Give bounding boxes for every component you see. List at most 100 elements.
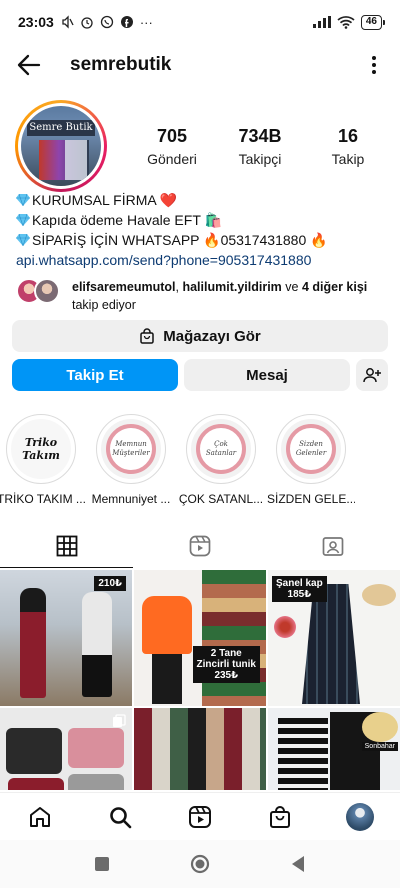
nav-search[interactable]	[104, 801, 136, 833]
profile-avatar[interactable]: Semre Butik	[15, 100, 107, 192]
nav-reels[interactable]	[184, 801, 216, 833]
view-store-label: Mağazayı Gör	[163, 327, 261, 345]
mutual-user-2: halilumit.yildirim	[182, 280, 282, 294]
highlight-label: ÇOK SATANL...	[178, 492, 264, 506]
message-button[interactable]: Mesaj	[184, 359, 350, 391]
tagged-person-icon	[322, 537, 344, 556]
bio-line-2: Kapıda ödeme Havale EFT 🛍️	[32, 212, 222, 228]
highlight-cover-text: Memnun Müşteriler	[106, 424, 156, 474]
post-thumbnail[interactable]: Sonbahar	[268, 708, 400, 790]
highlight-item[interactable]: Sizden Gelenler SİZDEN GELE...	[267, 414, 355, 514]
bio-line: KURUMSAL FİRMA ❤️	[16, 190, 388, 210]
price-tag-line: 235₺	[214, 670, 239, 681]
post-thumbnail[interactable]: 210₺	[0, 570, 132, 706]
store-sign: Semre Butik	[27, 120, 95, 136]
stat-followers-count: 734B	[238, 126, 282, 146]
shopping-bag-icon	[140, 328, 154, 344]
highlight-cover-text: Çok Satanlar	[196, 424, 246, 474]
price-tag-line: Şanel kap	[276, 578, 323, 589]
tab-reels[interactable]	[133, 524, 266, 568]
post-tag: Sonbahar	[361, 742, 398, 751]
bio-line-1: KURUMSAL FİRMA ❤️	[32, 192, 178, 208]
price-tag: 210₺	[94, 576, 126, 591]
stat-posts-count: 705	[156, 126, 188, 146]
tab-tagged[interactable]	[267, 524, 400, 568]
highlight-item[interactable]: Memnun Müşteriler Memnuniyet ...	[92, 414, 170, 514]
status-right: 46	[312, 14, 386, 30]
add-person-icon	[363, 368, 381, 383]
followed-end: takip ediyor	[72, 298, 136, 312]
store-front-image: Semre Butik	[21, 106, 101, 186]
stat-followers-label: Takipçi	[238, 151, 282, 167]
whatsapp-icon	[100, 15, 113, 29]
home-circle-icon[interactable]	[190, 854, 210, 874]
price-tag: Şanel kap 185₺	[272, 576, 327, 602]
carousel-icon	[113, 714, 126, 727]
back-arrow-icon[interactable]	[16, 52, 42, 78]
price-tag-line: Zincirli tunik	[196, 659, 256, 670]
mute-icon	[62, 15, 74, 29]
highlight-label: Memnuniyet ...	[91, 492, 171, 506]
back-triangle-icon[interactable]	[290, 855, 306, 873]
price-tag-line: 2 Tane	[210, 648, 242, 659]
mutual-others: 4 diğer kişi	[301, 280, 368, 294]
posts-grid: 210₺ 2 Tane Zincirli tunik 235₺ Şanel ka…	[0, 570, 400, 790]
recent-apps-icon[interactable]	[94, 856, 110, 872]
battery-icon: 46	[360, 14, 386, 30]
wifi-icon	[337, 15, 355, 29]
shopping-bag-icon	[270, 805, 290, 828]
price-tag: 2 Tane Zincirli tunik 235₺	[192, 646, 260, 683]
mutual-avatars	[16, 278, 66, 304]
highlight-cover-text: Triko Takım	[22, 436, 60, 462]
stat-posts-label: Gönderi	[147, 151, 197, 167]
suggest-users-button[interactable]	[356, 359, 388, 391]
nav-home[interactable]	[24, 801, 56, 833]
bio-link[interactable]: api.whatsapp.com/send?phone=905317431880	[16, 250, 388, 270]
more-options-icon[interactable]	[364, 55, 384, 75]
followed-by-text: elifsaremeumutol, halilumit.yildirim ve …	[72, 278, 388, 314]
profile-tabs	[0, 524, 400, 568]
post-thumbnail[interactable]: Şanel kap 185₺	[268, 570, 400, 706]
status-icons: ···	[60, 15, 153, 30]
stat-posts[interactable]: 705 Gönderi	[130, 126, 214, 167]
price-tag-line: 185₺	[287, 589, 312, 600]
more-notifications: ···	[139, 14, 153, 30]
tab-posts-grid[interactable]	[0, 524, 134, 568]
highlight-item[interactable]: Triko Takım TRİKO TAKIM ...	[0, 414, 85, 514]
diamond-icon	[16, 194, 30, 206]
message-label: Mesaj	[246, 366, 288, 384]
follow-label: Takip Et	[66, 366, 124, 384]
highlight-label: TRİKO TAKIM ...	[0, 492, 85, 506]
nav-shop[interactable]	[264, 801, 296, 833]
bottom-navigation	[0, 792, 400, 840]
followed-by[interactable]: elifsaremeumutol, halilumit.yildirim ve …	[16, 278, 388, 314]
system-navigation	[0, 840, 400, 888]
bio-line: SİPARİŞ İÇİN WHATSAPP 🔥05317431880 🔥	[16, 230, 388, 250]
highlight-label: SİZDEN GELE...	[267, 492, 355, 506]
highlight-cover-text: Sizden Gelenler	[286, 424, 336, 474]
bio-line: Kapıda ödeme Havale EFT 🛍️	[16, 210, 388, 230]
profile-bio: KURUMSAL FİRMA ❤️ Kapıda ödeme Havale EF…	[16, 190, 388, 270]
nav-profile[interactable]	[344, 801, 376, 833]
post-thumbnail[interactable]: 2 Tane Zincirli tunik 235₺	[134, 570, 266, 706]
bio-line-3: SİPARİŞ İÇİN WHATSAPP 🔥05317431880 🔥	[32, 232, 328, 248]
avatar	[34, 278, 60, 304]
search-icon	[110, 806, 132, 828]
status-bar: 23:03 ··· 46	[0, 0, 400, 44]
facebook-icon	[120, 16, 133, 28]
view-store-button[interactable]: Mağazayı Gör	[12, 320, 388, 352]
stat-following-label: Takip	[331, 151, 365, 167]
stat-followers[interactable]: 734B Takipçi	[218, 126, 302, 167]
status-time: 23:03	[18, 14, 54, 30]
profile-username: semrebutik	[70, 54, 172, 75]
grid-icon	[56, 535, 78, 557]
profile-header: semrebutik	[0, 44, 400, 86]
post-thumbnail[interactable]	[134, 708, 266, 790]
stat-following[interactable]: 16 Takip	[306, 126, 390, 167]
follow-button[interactable]: Takip Et	[12, 359, 178, 391]
post-thumbnail[interactable]	[0, 708, 132, 790]
followed-mid: ve	[281, 280, 302, 294]
mutual-user-1: elifsaremeumutol	[72, 280, 176, 294]
highlight-item[interactable]: Çok Satanlar ÇOK SATANL...	[179, 414, 263, 514]
alarm-icon	[81, 17, 93, 29]
